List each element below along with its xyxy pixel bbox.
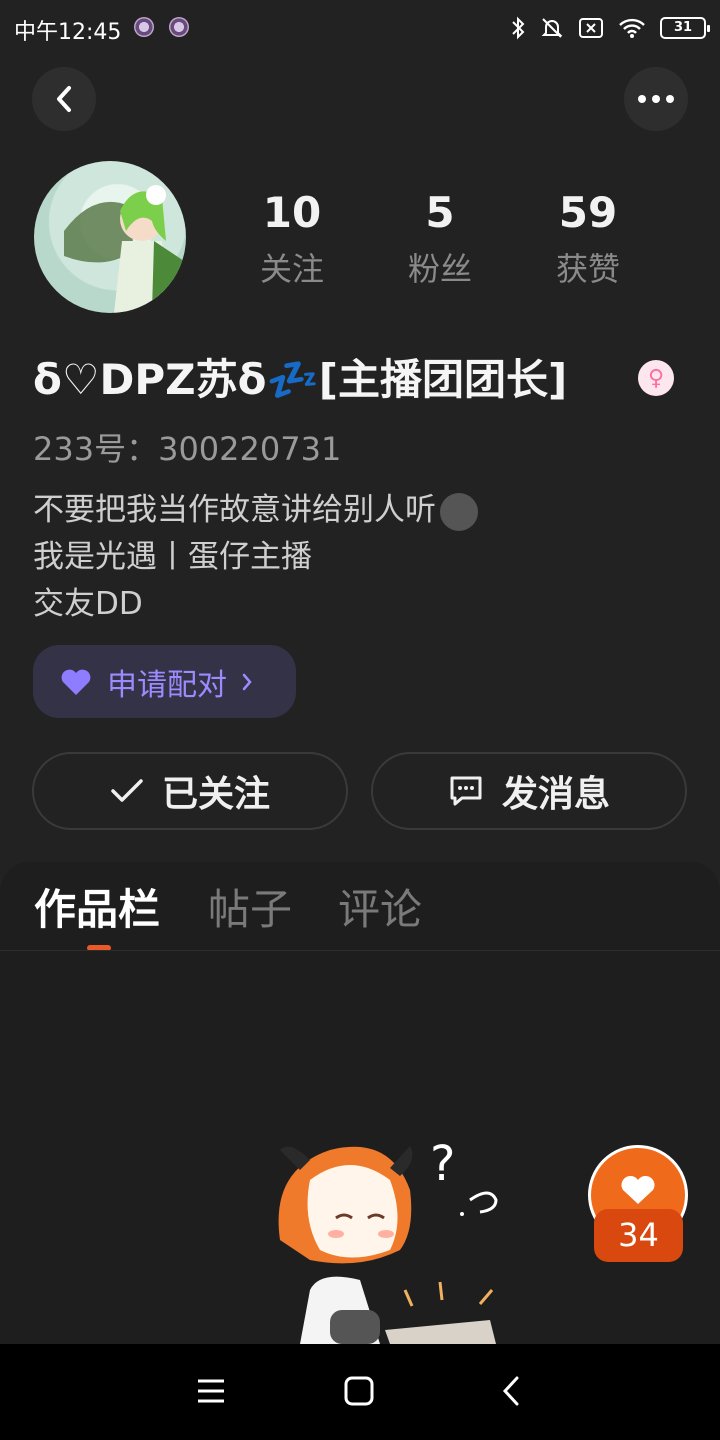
stat-following-value: 10 bbox=[262, 188, 322, 237]
stat-followers-value: 5 bbox=[425, 188, 455, 237]
send-message-button[interactable]: 发消息 bbox=[371, 752, 687, 830]
apply-pair-button[interactable]: 申请配对 bbox=[33, 645, 296, 718]
bluetooth-icon bbox=[512, 16, 525, 40]
back-nav-icon[interactable] bbox=[500, 1375, 522, 1407]
notification-icon bbox=[134, 17, 154, 37]
stat-likes-value: 59 bbox=[558, 188, 618, 237]
stat-followers[interactable]: 5 粉丝 bbox=[380, 188, 500, 290]
status-icons: 31 bbox=[510, 14, 710, 42]
chevron-right-icon bbox=[242, 673, 252, 690]
followed-label: 已关注 bbox=[161, 774, 270, 815]
smirk-emoji-icon bbox=[440, 492, 478, 531]
bio-line: 我是光遇丨蛋仔主播 bbox=[33, 539, 312, 575]
user-id[interactable]: 233号：300220731 bbox=[33, 424, 341, 470]
menu-icon[interactable] bbox=[196, 1376, 226, 1406]
stat-likes-label: 获赞 bbox=[555, 250, 620, 288]
heart-icon bbox=[621, 1175, 655, 1204]
apply-pair-label: 申请配对 bbox=[107, 667, 227, 703]
back-button[interactable] bbox=[32, 67, 96, 131]
stat-likes[interactable]: 59 获赞 bbox=[528, 188, 648, 290]
tab-works[interactable]: 作品栏 bbox=[34, 882, 160, 938]
tab-posts[interactable]: 帖子 bbox=[208, 882, 292, 938]
status-time: 中午12:45 bbox=[14, 20, 122, 45]
heart-icon bbox=[61, 669, 91, 695]
chevron-left-icon bbox=[57, 86, 71, 112]
female-gender-icon: ♀ bbox=[638, 360, 674, 396]
svg-text:?: ? bbox=[430, 1136, 455, 1192]
wifi-icon bbox=[619, 18, 645, 38]
check-icon bbox=[111, 779, 143, 802]
avatar[interactable] bbox=[34, 161, 186, 313]
more-dots-icon bbox=[638, 95, 674, 103]
send-message-label: 发消息 bbox=[501, 774, 610, 815]
nickname: δ♡DPZ苏δ💤[主播团团长] bbox=[33, 355, 568, 404]
like-count: 34 bbox=[594, 1209, 683, 1262]
stat-following[interactable]: 10 关注 bbox=[232, 188, 352, 290]
bio: 不要把我当作故意讲给别人听 我是光遇丨蛋仔主播 交友DD bbox=[33, 487, 478, 628]
status-bar: 中午12:45 31 bbox=[0, 0, 720, 56]
home-icon[interactable] bbox=[343, 1375, 375, 1407]
bio-line: 交友DD bbox=[33, 586, 143, 622]
tab-divider bbox=[0, 950, 720, 951]
empty-state-illustration: ? bbox=[278, 1136, 498, 1344]
avatar-image bbox=[64, 185, 184, 313]
followed-button[interactable]: 已关注 bbox=[32, 752, 348, 830]
no-sim-icon bbox=[579, 18, 603, 38]
notification-icon bbox=[169, 17, 189, 37]
tab-comments[interactable]: 评论 bbox=[338, 882, 422, 938]
message-bubble-icon bbox=[450, 776, 482, 806]
mute-bell-icon bbox=[541, 18, 563, 38]
bio-line: 不要把我当作故意讲给别人听 bbox=[33, 492, 436, 528]
battery-icon: 31 bbox=[660, 17, 710, 39]
stat-followers-label: 粉丝 bbox=[407, 250, 472, 288]
system-navigation-bar bbox=[0, 1344, 720, 1440]
stat-following-label: 关注 bbox=[259, 250, 324, 288]
more-button[interactable] bbox=[624, 67, 688, 131]
